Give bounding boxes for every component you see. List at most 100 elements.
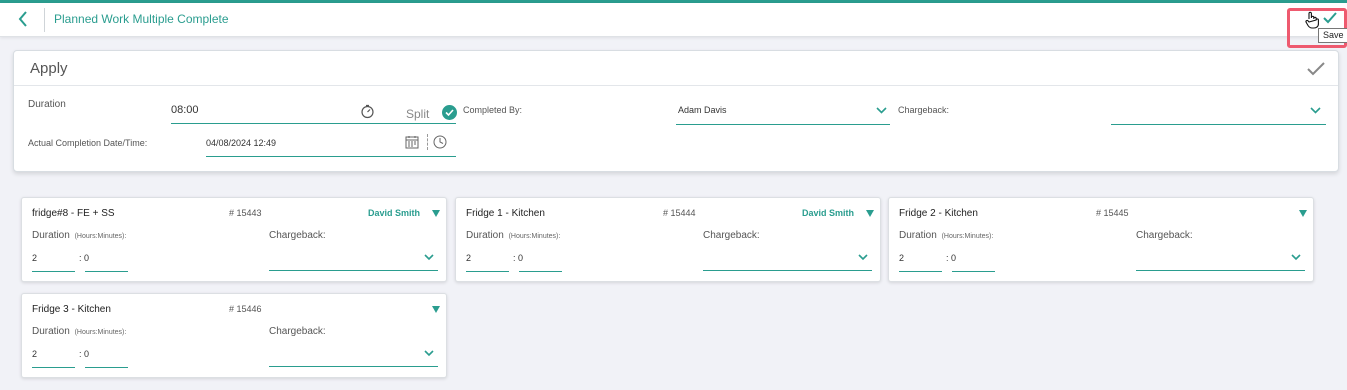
work-order-assignee[interactable]: David Smith <box>802 208 854 218</box>
minutes-input[interactable] <box>952 248 995 272</box>
hours-underline <box>32 271 75 272</box>
completed-by-label: Completed By: <box>463 105 523 115</box>
apply-check-icon[interactable] <box>1306 61 1326 77</box>
duration-hint: (Hours:Minutes): <box>941 233 994 240</box>
minutes-value: 0 <box>518 253 524 263</box>
minutes-input[interactable] <box>85 344 128 368</box>
duration-label: Duration (Hours:Minutes): <box>466 230 561 241</box>
work-order-name: fridge#8 - FE + SS <box>32 208 115 219</box>
header-bar: Planned Work Multiple Complete <box>0 3 1347 37</box>
hours-minutes-separator: : <box>79 349 82 359</box>
duration-underline <box>171 123 456 124</box>
work-order-card: Fridge 1 - Kitchen # 15444 David Smith D… <box>455 197 881 282</box>
minutes-underline <box>952 271 995 272</box>
chargeback-select[interactable] <box>1111 101 1326 125</box>
completion-value: 04/08/2024 12:49 <box>206 138 277 148</box>
chargeback-label: Chargeback: <box>269 230 326 241</box>
hours-value: 2 <box>899 253 905 263</box>
hours-minutes-separator: : <box>79 253 82 263</box>
header-divider <box>44 8 45 32</box>
work-order-assignee[interactable]: David Smith <box>368 208 420 218</box>
chargeback-select[interactable] <box>269 248 438 271</box>
work-order-number: # 15445 <box>1096 208 1129 218</box>
stopwatch-icon[interactable] <box>360 104 375 119</box>
page-title: Planned Work Multiple Complete <box>54 12 229 26</box>
hours-input[interactable] <box>466 248 509 272</box>
triangle-down-icon[interactable] <box>866 210 874 217</box>
split-toggle[interactable] <box>442 105 457 120</box>
chargeback-underline <box>1111 124 1326 125</box>
duration-hint: (Hours:Minutes): <box>74 233 127 240</box>
completion-underline <box>206 156 456 157</box>
back-button[interactable] <box>14 9 34 29</box>
hours-underline <box>32 367 75 368</box>
chargeback-label: Chargeback: <box>898 105 950 115</box>
save-check-icon[interactable] <box>1322 11 1338 25</box>
duration-label: Duration (Hours:Minutes): <box>899 230 994 241</box>
minutes-input[interactable] <box>85 248 128 272</box>
chargeback-select[interactable] <box>703 248 872 271</box>
completed-by-value: Adam Davis <box>678 105 727 115</box>
calendar-icon[interactable] <box>405 135 419 149</box>
work-order-name: Fridge 3 - Kitchen <box>32 304 111 315</box>
chargeback-select[interactable] <box>1136 248 1305 271</box>
chevron-left-icon <box>18 11 27 27</box>
hours-input[interactable] <box>32 248 75 272</box>
work-order-number: # 15443 <box>229 208 262 218</box>
minutes-value: 0 <box>951 253 957 263</box>
chargeback-underline <box>269 270 438 271</box>
work-order-card: fridge#8 - FE + SS # 15443 David Smith D… <box>21 197 447 282</box>
chargeback-select[interactable] <box>269 344 438 367</box>
duration-value: 08:00 <box>171 104 199 116</box>
chevron-down-icon[interactable] <box>424 350 434 357</box>
work-order-card: Fridge 2 - Kitchen # 15445 Duration (Hou… <box>888 197 1314 282</box>
hours-minutes-separator: : <box>513 253 516 263</box>
minutes-underline <box>85 271 128 272</box>
duration-label: Duration <box>28 99 66 110</box>
triangle-down-icon[interactable] <box>432 210 440 217</box>
hours-input[interactable] <box>899 248 942 272</box>
chargeback-label: Chargeback: <box>1136 230 1193 241</box>
chargeback-underline <box>1136 270 1305 271</box>
duration-input[interactable] <box>171 101 383 123</box>
minutes-underline <box>85 367 128 368</box>
apply-title: Apply <box>30 60 68 77</box>
hours-input[interactable] <box>32 344 75 368</box>
date-time-separator <box>427 134 428 150</box>
chevron-down-icon[interactable] <box>858 254 868 261</box>
completion-label: Actual Completion Date/Time: <box>28 138 148 148</box>
clock-icon[interactable] <box>433 135 447 149</box>
duration-label: Duration (Hours:Minutes): <box>32 230 127 241</box>
minutes-input[interactable] <box>519 248 562 272</box>
work-order-number: # 15444 <box>663 208 696 218</box>
work-order-card: Fridge 3 - Kitchen # 15446 Duration (Hou… <box>21 293 447 378</box>
chevron-down-icon[interactable] <box>1310 107 1321 114</box>
hours-value: 2 <box>32 253 38 263</box>
hand-pointer-icon <box>1305 11 1319 29</box>
split-label: Split <box>406 107 430 121</box>
duration-hint: (Hours:Minutes): <box>74 329 127 336</box>
chevron-down-icon[interactable] <box>876 107 887 114</box>
chevron-down-icon[interactable] <box>424 254 434 261</box>
hours-value: 2 <box>32 349 38 359</box>
triangle-down-icon[interactable] <box>432 306 440 313</box>
duration-hint: (Hours:Minutes): <box>508 233 561 240</box>
hours-value: 2 <box>466 253 472 263</box>
chargeback-label: Chargeback: <box>269 326 326 337</box>
chargeback-label: Chargeback: <box>703 230 760 241</box>
minutes-underline <box>519 271 562 272</box>
completed-by-underline <box>676 124 890 125</box>
chargeback-underline <box>269 366 438 367</box>
check-circle-icon <box>445 109 454 117</box>
apply-divider <box>14 85 1338 86</box>
chevron-down-icon[interactable] <box>1291 254 1301 261</box>
work-order-name: Fridge 1 - Kitchen <box>466 208 545 219</box>
hours-underline <box>899 271 942 272</box>
chargeback-underline <box>703 270 872 271</box>
hours-underline <box>466 271 509 272</box>
save-tooltip: Save <box>1318 28 1347 43</box>
minutes-value: 0 <box>84 253 90 263</box>
apply-panel: Apply Duration 08:00 Split Completed By:… <box>13 50 1339 172</box>
duration-label: Duration (Hours:Minutes): <box>32 326 127 337</box>
triangle-down-icon[interactable] <box>1299 210 1307 217</box>
